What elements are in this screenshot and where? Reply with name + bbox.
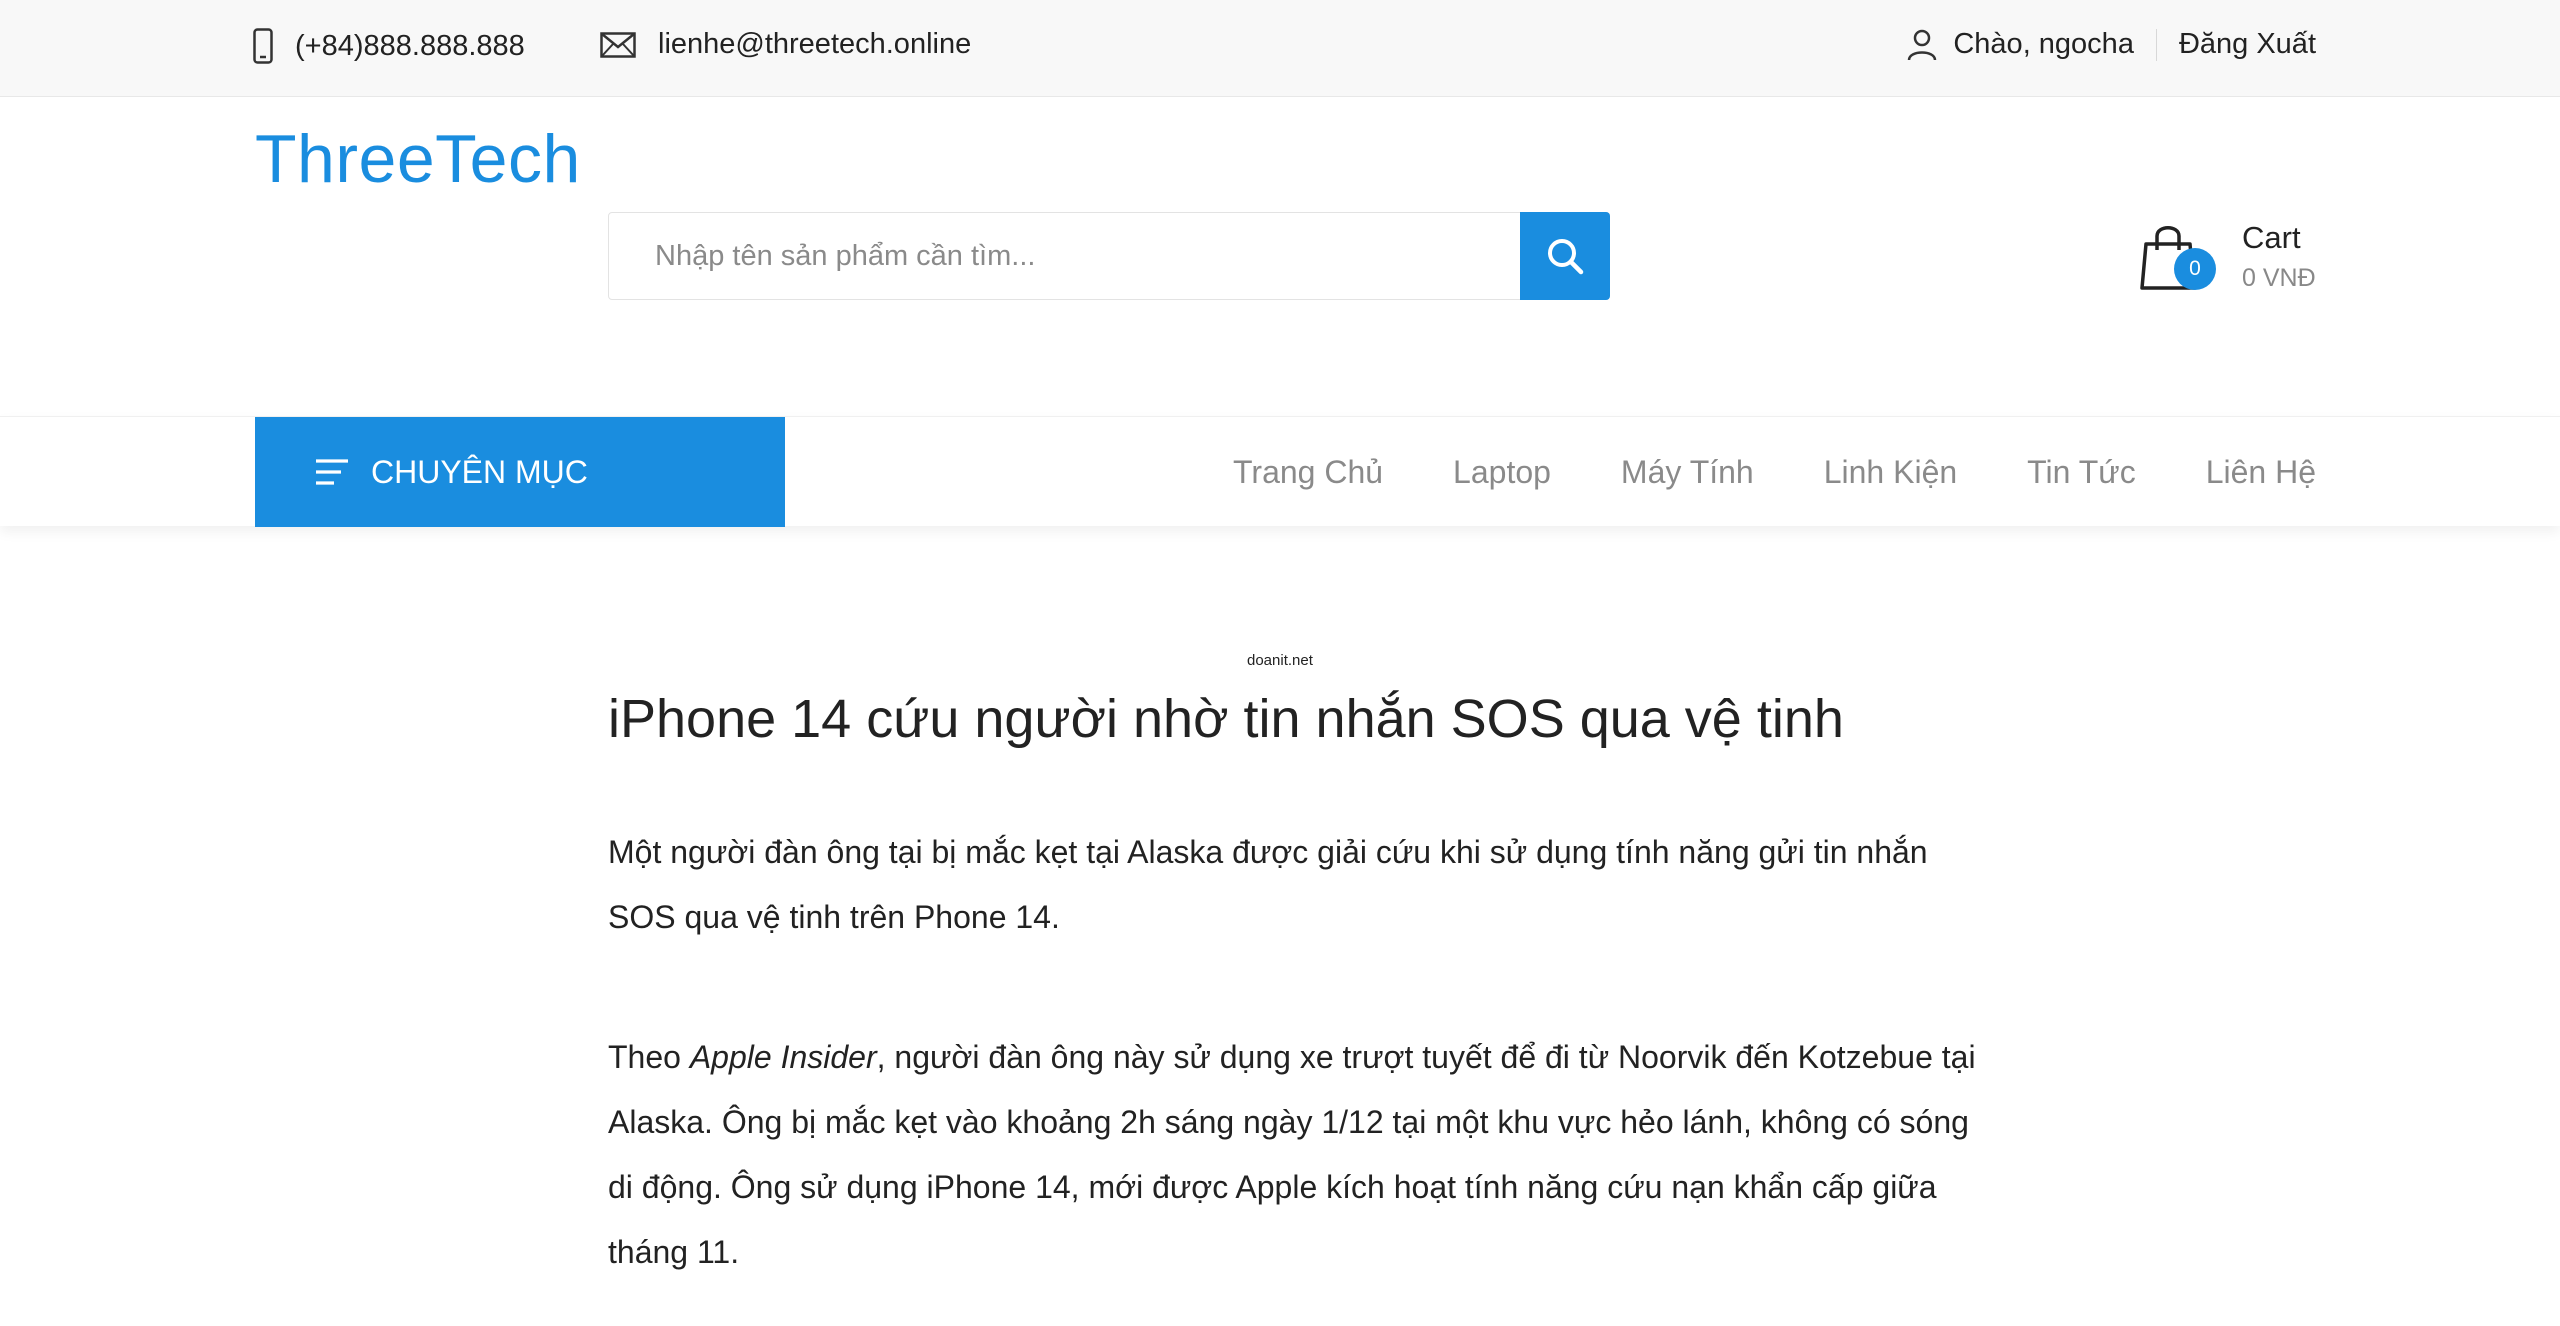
user-greeting[interactable]: Chào, ngocha: [1953, 28, 2134, 61]
user-area: Chào, ngocha Đăng Xuất: [1907, 28, 2316, 61]
mobile-phone-icon: [253, 28, 273, 64]
cart-count-badge: 0: [2174, 248, 2216, 290]
article-paragraph: Theo Apple Insider, người đàn ông này sử…: [608, 1025, 1978, 1285]
search-input[interactable]: [609, 213, 1520, 299]
contact-email[interactable]: lienhe@threetech.online: [600, 28, 971, 61]
search-icon: [1545, 236, 1585, 276]
article-title: iPhone 14 cứu người nhờ tin nhắn SOS qua…: [608, 689, 1844, 749]
nav-menu: Trang Chủ Laptop Máy Tính Linh Kiện Tin …: [1163, 417, 2316, 527]
nav-item-home[interactable]: Trang Chủ: [1233, 454, 1383, 491]
nav-item-news[interactable]: Tin Tức: [2027, 454, 2136, 491]
cart-widget[interactable]: 0 Cart 0 VNĐ: [2140, 218, 2340, 298]
nav-item-components[interactable]: Linh Kiện: [1824, 454, 1957, 491]
phone-number: (+84)888.888.888: [295, 29, 525, 62]
cart-label: Cart: [2242, 220, 2301, 255]
nav-item-laptop[interactable]: Laptop: [1453, 454, 1551, 491]
envelope-icon: [600, 31, 636, 58]
main-nav: CHUYÊN MỤC Trang Chủ Laptop Máy Tính Lin…: [0, 416, 2560, 527]
email-address: lienhe@threetech.online: [658, 28, 972, 60]
cart-total: 0 VNĐ: [2242, 264, 2316, 292]
paragraph-lead: Theo: [608, 1039, 690, 1075]
article-intro: Một người đàn ông tại bị mắc kẹt tại Ala…: [608, 834, 1928, 935]
top-bar: (+84)888.888.888 lienhe@threetech.online…: [0, 0, 2560, 97]
logout-link[interactable]: Đăng Xuất: [2179, 28, 2316, 61]
category-menu-label: CHUYÊN MỤC: [371, 453, 588, 490]
search-button[interactable]: [1520, 212, 1610, 300]
topbar-divider: [2155, 28, 2157, 61]
site-logo[interactable]: ThreeTech: [255, 120, 581, 198]
source-name: Apple Insider: [689, 1039, 877, 1075]
nav-item-computer[interactable]: Máy Tính: [1621, 454, 1754, 491]
user-icon: [1907, 29, 1937, 61]
category-menu-button[interactable]: CHUYÊN MỤC: [255, 417, 785, 527]
contact-phone[interactable]: (+84)888.888.888: [253, 28, 525, 64]
nav-item-contact[interactable]: Liên Hệ: [2206, 454, 2316, 491]
search-form: [608, 212, 1610, 300]
site-note: doanit.net: [1247, 652, 1313, 669]
filter-lines-icon: [315, 457, 349, 487]
